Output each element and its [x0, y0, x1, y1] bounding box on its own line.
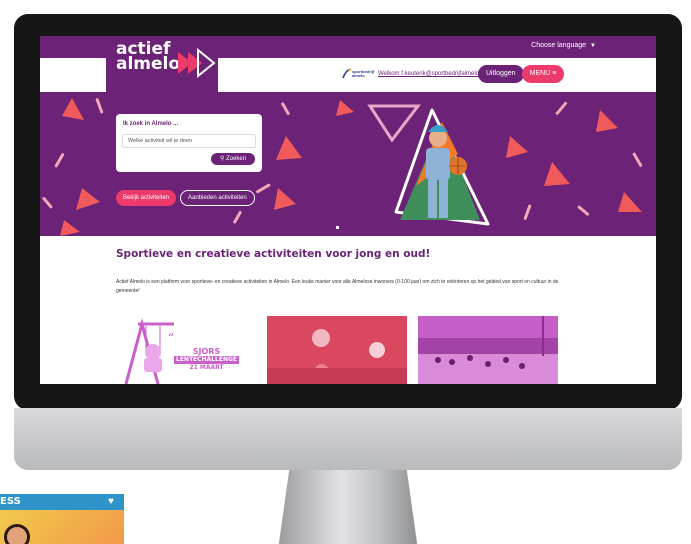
tablet-photo-person: [4, 524, 30, 544]
sportbedrijf-swoosh-icon: [342, 68, 352, 79]
actief-almelo-logo[interactable]: actief almelo: [106, 41, 218, 92]
carousel-indicator[interactable]: [336, 226, 339, 229]
search-card: Ik zoek in Almelo ... Welke activiteit w…: [116, 114, 262, 172]
sport-photo: [267, 316, 407, 384]
welcome-link[interactable]: Welkom f.keuterik@sportbedrijfalmelo.nl: [378, 71, 485, 77]
play-arrows-icon: [178, 48, 216, 78]
sportbedrijf-text: sportbedrijf almelo: [352, 70, 374, 78]
search-title: Ik zoek in Almelo ...: [123, 121, 179, 127]
page-headline: Sportieve en creatieve activiteiten voor…: [116, 248, 431, 260]
heart-icon[interactable]: ♥: [108, 496, 114, 507]
activity-card-sport[interactable]: [267, 316, 407, 384]
language-selector[interactable]: Choose language ▼: [531, 42, 596, 49]
chevron-down-icon: ▼: [590, 43, 596, 49]
sjors-subtitle: LENTECHALLENGE: [174, 356, 239, 364]
monitor-chin: [14, 408, 682, 470]
activity-card-sportpark[interactable]: [418, 316, 558, 384]
tablet-header: ESS ♥: [0, 494, 124, 510]
monitor-stand: [278, 470, 418, 544]
sportpark-photo: [418, 316, 558, 384]
svg-text:“: “: [168, 331, 174, 345]
search-button[interactable]: ⚲ Zoeken: [211, 153, 255, 165]
sjors-date: 21 MAART: [189, 364, 224, 371]
hero-banner: Ik zoek in Almelo ... Welke activiteit w…: [40, 92, 656, 236]
website-screen: Choose language ▼ actief almelo sportbed…: [40, 36, 656, 384]
logo-wordmark: actief almelo: [116, 41, 181, 74]
site-header: actief almelo sportbedrijf almelo Welkom…: [40, 41, 656, 92]
sportbedrijf-text-line-2: almelo: [352, 73, 365, 78]
language-label: Choose language: [531, 42, 587, 49]
logout-button[interactable]: Uitloggen: [478, 65, 524, 83]
intro-text: Actief Almelo is een platform voor sport…: [116, 279, 559, 294]
logo-line-2: almelo: [116, 54, 181, 74]
device-mockup: Choose language ▼ actief almelo sportbed…: [0, 0, 691, 544]
sjors-title: SJORS: [192, 347, 221, 356]
sjors-challenge-text: SJORS LENTECHALLENGE 21 MAART: [174, 348, 239, 372]
activity-search-input[interactable]: Welke activiteit wil je doen: [122, 134, 256, 148]
offer-activities-button[interactable]: Aanbieden activiteiten: [180, 190, 255, 206]
menu-button[interactable]: MENU ≡: [522, 65, 564, 83]
view-activities-button[interactable]: Bekijk activiteiten: [116, 190, 177, 206]
tablet-preview: ESS ♥: [0, 494, 124, 544]
tablet-title: ESS: [0, 496, 21, 507]
sportbedrijf-logo[interactable]: sportbedrijf almelo: [342, 68, 374, 82]
activity-card-sjors[interactable]: “ SJORS LENTECHALLENGE 21 MAART: [116, 316, 256, 384]
